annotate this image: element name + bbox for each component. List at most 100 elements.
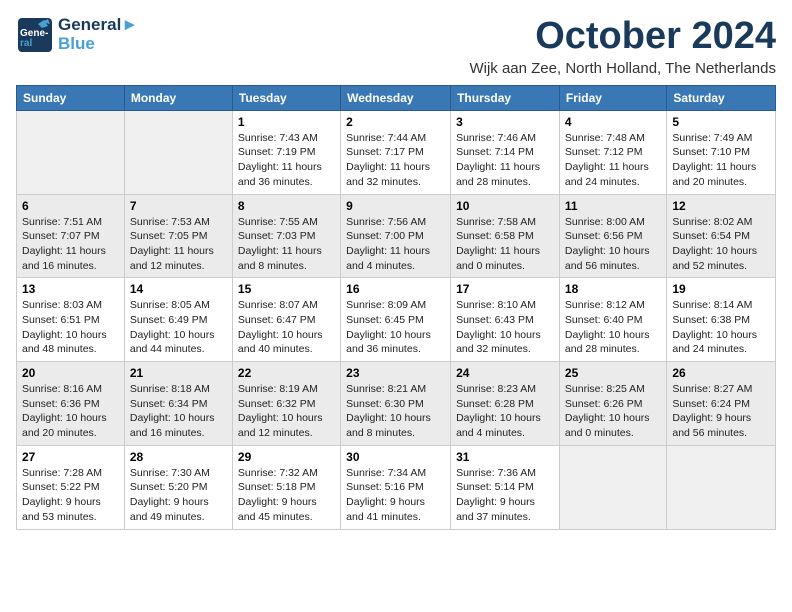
table-row: 5 Sunrise: 7:49 AM Sunset: 7:10 PM Daylig… <box>667 110 776 194</box>
logo-name-general: General► <box>58 16 138 35</box>
title-block: October 2024 Wijk aan Zee, North Holland… <box>469 16 776 77</box>
table-row: 1 Sunrise: 7:43 AM Sunset: 7:19 PM Daylig… <box>232 110 340 194</box>
day-info: Sunrise: 7:43 AM Sunset: 7:19 PM Dayligh… <box>238 131 335 190</box>
day-number: 15 <box>238 282 335 296</box>
day-number: 18 <box>565 282 661 296</box>
table-row: 22Sunrise: 8:19 AM Sunset: 6:32 PM Dayli… <box>232 362 340 446</box>
table-row: 11 Sunrise: 8:00 AM Sunset: 6:56 PM Dayli… <box>559 194 666 278</box>
table-row: 9 Sunrise: 7:56 AM Sunset: 7:00 PM Daylig… <box>341 194 451 278</box>
table-row: 13Sunrise: 8:03 AM Sunset: 6:51 PM Dayli… <box>17 278 125 362</box>
table-row: 26 Sunrise: 8:27 AM Sunset: 6:24 PM Dayli… <box>667 362 776 446</box>
table-row: 8 Sunrise: 7:55 AM Sunset: 7:03 PM Daylig… <box>232 194 340 278</box>
table-row: 12 Sunrise: 8:02 AM Sunset: 6:54 PM Dayli… <box>667 194 776 278</box>
day-info: Sunrise: 8:02 AM Sunset: 6:54 PM Dayligh… <box>672 215 770 274</box>
table-row: 16 Sunrise: 8:09 AM Sunset: 6:45 PM Dayli… <box>341 278 451 362</box>
logo: Gene- ral General► Blue <box>16 16 138 54</box>
day-number: 5 <box>672 115 770 129</box>
day-number: 1 <box>238 115 335 129</box>
table-row: 4 Sunrise: 7:48 AM Sunset: 7:12 PM Daylig… <box>559 110 666 194</box>
day-number: 27 <box>22 450 119 464</box>
day-info: Sunrise: 7:46 AM Sunset: 7:14 PM Dayligh… <box>456 131 554 190</box>
table-row: 31 Sunrise: 7:36 AM Sunset: 5:14 PM Dayli… <box>451 445 560 529</box>
day-info: Sunrise: 7:34 AM Sunset: 5:16 PM Dayligh… <box>346 466 445 525</box>
day-info: Sunrise: 8:12 AM Sunset: 6:40 PM Dayligh… <box>565 298 661 357</box>
table-row: 10 Sunrise: 7:58 AM Sunset: 6:58 PM Dayli… <box>451 194 560 278</box>
day-number: 3 <box>456 115 554 129</box>
table-row: 23 Sunrise: 8:21 AM Sunset: 6:30 PM Dayli… <box>341 362 451 446</box>
day-info: Sunrise: 7:44 AM Sunset: 7:17 PM Dayligh… <box>346 131 445 190</box>
month-title: October 2024 <box>469 16 776 58</box>
calendar-header-row: Sunday Monday Tuesday Wednesday Thursday… <box>17 85 776 110</box>
day-info: Sunrise: 8:18 AM Sunset: 6:34 PM Dayligh… <box>130 382 227 441</box>
day-info: Sunrise: 8:19 AM Sunset: 6:32 PM Dayligh… <box>238 382 335 441</box>
table-row: 27 Sunrise: 7:28 AM Sunset: 5:22 PM Dayli… <box>17 445 125 529</box>
day-number: 19 <box>672 282 770 296</box>
day-number: 4 <box>565 115 661 129</box>
day-number: 10 <box>456 199 554 213</box>
day-info: Sunrise: 7:55 AM Sunset: 7:03 PM Dayligh… <box>238 215 335 274</box>
day-number: 9 <box>346 199 445 213</box>
table-row: 25Sunrise: 8:25 AM Sunset: 6:26 PM Dayli… <box>559 362 666 446</box>
day-number: 2 <box>346 115 445 129</box>
day-info: Sunrise: 8:00 AM Sunset: 6:56 PM Dayligh… <box>565 215 661 274</box>
col-monday: Monday <box>124 85 232 110</box>
calendar-week-row: 20Sunrise: 8:16 AM Sunset: 6:36 PM Dayli… <box>17 362 776 446</box>
table-row: 29 Sunrise: 7:32 AM Sunset: 5:18 PM Dayli… <box>232 445 340 529</box>
table-row: 14 Sunrise: 8:05 AM Sunset: 6:49 PM Dayli… <box>124 278 232 362</box>
day-info: Sunrise: 8:27 AM Sunset: 6:24 PM Dayligh… <box>672 382 770 441</box>
day-number: 23 <box>346 366 445 380</box>
day-info: Sunrise: 7:32 AM Sunset: 5:18 PM Dayligh… <box>238 466 335 525</box>
col-tuesday: Tuesday <box>232 85 340 110</box>
calendar-week-row: 27 Sunrise: 7:28 AM Sunset: 5:22 PM Dayli… <box>17 445 776 529</box>
day-number: 17 <box>456 282 554 296</box>
day-number: 8 <box>238 199 335 213</box>
day-info: Sunrise: 8:07 AM Sunset: 6:47 PM Dayligh… <box>238 298 335 357</box>
day-info: Sunrise: 7:36 AM Sunset: 5:14 PM Dayligh… <box>456 466 554 525</box>
table-row: 19Sunrise: 8:14 AM Sunset: 6:38 PM Dayli… <box>667 278 776 362</box>
table-row: 2 Sunrise: 7:44 AM Sunset: 7:17 PM Daylig… <box>341 110 451 194</box>
calendar-table: Sunday Monday Tuesday Wednesday Thursday… <box>16 85 776 530</box>
day-info: Sunrise: 8:10 AM Sunset: 6:43 PM Dayligh… <box>456 298 554 357</box>
table-row: 15 Sunrise: 8:07 AM Sunset: 6:47 PM Dayli… <box>232 278 340 362</box>
table-row <box>124 110 232 194</box>
col-wednesday: Wednesday <box>341 85 451 110</box>
col-saturday: Saturday <box>667 85 776 110</box>
day-number: 11 <box>565 199 661 213</box>
day-info: Sunrise: 7:49 AM Sunset: 7:10 PM Dayligh… <box>672 131 770 190</box>
day-number: 31 <box>456 450 554 464</box>
calendar-week-row: 1 Sunrise: 7:43 AM Sunset: 7:19 PM Daylig… <box>17 110 776 194</box>
day-number: 28 <box>130 450 227 464</box>
day-number: 26 <box>672 366 770 380</box>
day-number: 24 <box>456 366 554 380</box>
day-number: 29 <box>238 450 335 464</box>
day-number: 30 <box>346 450 445 464</box>
day-info: Sunrise: 8:05 AM Sunset: 6:49 PM Dayligh… <box>130 298 227 357</box>
table-row: 6 Sunrise: 7:51 AM Sunset: 7:07 PM Daylig… <box>17 194 125 278</box>
table-row <box>17 110 125 194</box>
day-info: Sunrise: 8:09 AM Sunset: 6:45 PM Dayligh… <box>346 298 445 357</box>
table-row: 24Sunrise: 8:23 AM Sunset: 6:28 PM Dayli… <box>451 362 560 446</box>
day-number: 12 <box>672 199 770 213</box>
table-row: 7Sunrise: 7:53 AM Sunset: 7:05 PM Daylig… <box>124 194 232 278</box>
table-row <box>667 445 776 529</box>
day-info: Sunrise: 7:48 AM Sunset: 7:12 PM Dayligh… <box>565 131 661 190</box>
col-thursday: Thursday <box>451 85 560 110</box>
day-info: Sunrise: 7:56 AM Sunset: 7:00 PM Dayligh… <box>346 215 445 274</box>
day-info: Sunrise: 8:21 AM Sunset: 6:30 PM Dayligh… <box>346 382 445 441</box>
table-row: 28 Sunrise: 7:30 AM Sunset: 5:20 PM Dayli… <box>124 445 232 529</box>
day-info: Sunrise: 7:51 AM Sunset: 7:07 PM Dayligh… <box>22 215 119 274</box>
day-info: Sunrise: 7:28 AM Sunset: 5:22 PM Dayligh… <box>22 466 119 525</box>
day-info: Sunrise: 7:58 AM Sunset: 6:58 PM Dayligh… <box>456 215 554 274</box>
day-number: 20 <box>22 366 119 380</box>
day-number: 16 <box>346 282 445 296</box>
day-number: 13 <box>22 282 119 296</box>
col-sunday: Sunday <box>17 85 125 110</box>
day-info: Sunrise: 8:25 AM Sunset: 6:26 PM Dayligh… <box>565 382 661 441</box>
table-row: 17 Sunrise: 8:10 AM Sunset: 6:43 PM Dayli… <box>451 278 560 362</box>
table-row: 18 Sunrise: 8:12 AM Sunset: 6:40 PM Dayli… <box>559 278 666 362</box>
day-number: 14 <box>130 282 227 296</box>
day-number: 7 <box>130 199 227 213</box>
day-number: 6 <box>22 199 119 213</box>
day-info: Sunrise: 7:30 AM Sunset: 5:20 PM Dayligh… <box>130 466 227 525</box>
logo-icon: Gene- ral <box>16 16 54 54</box>
